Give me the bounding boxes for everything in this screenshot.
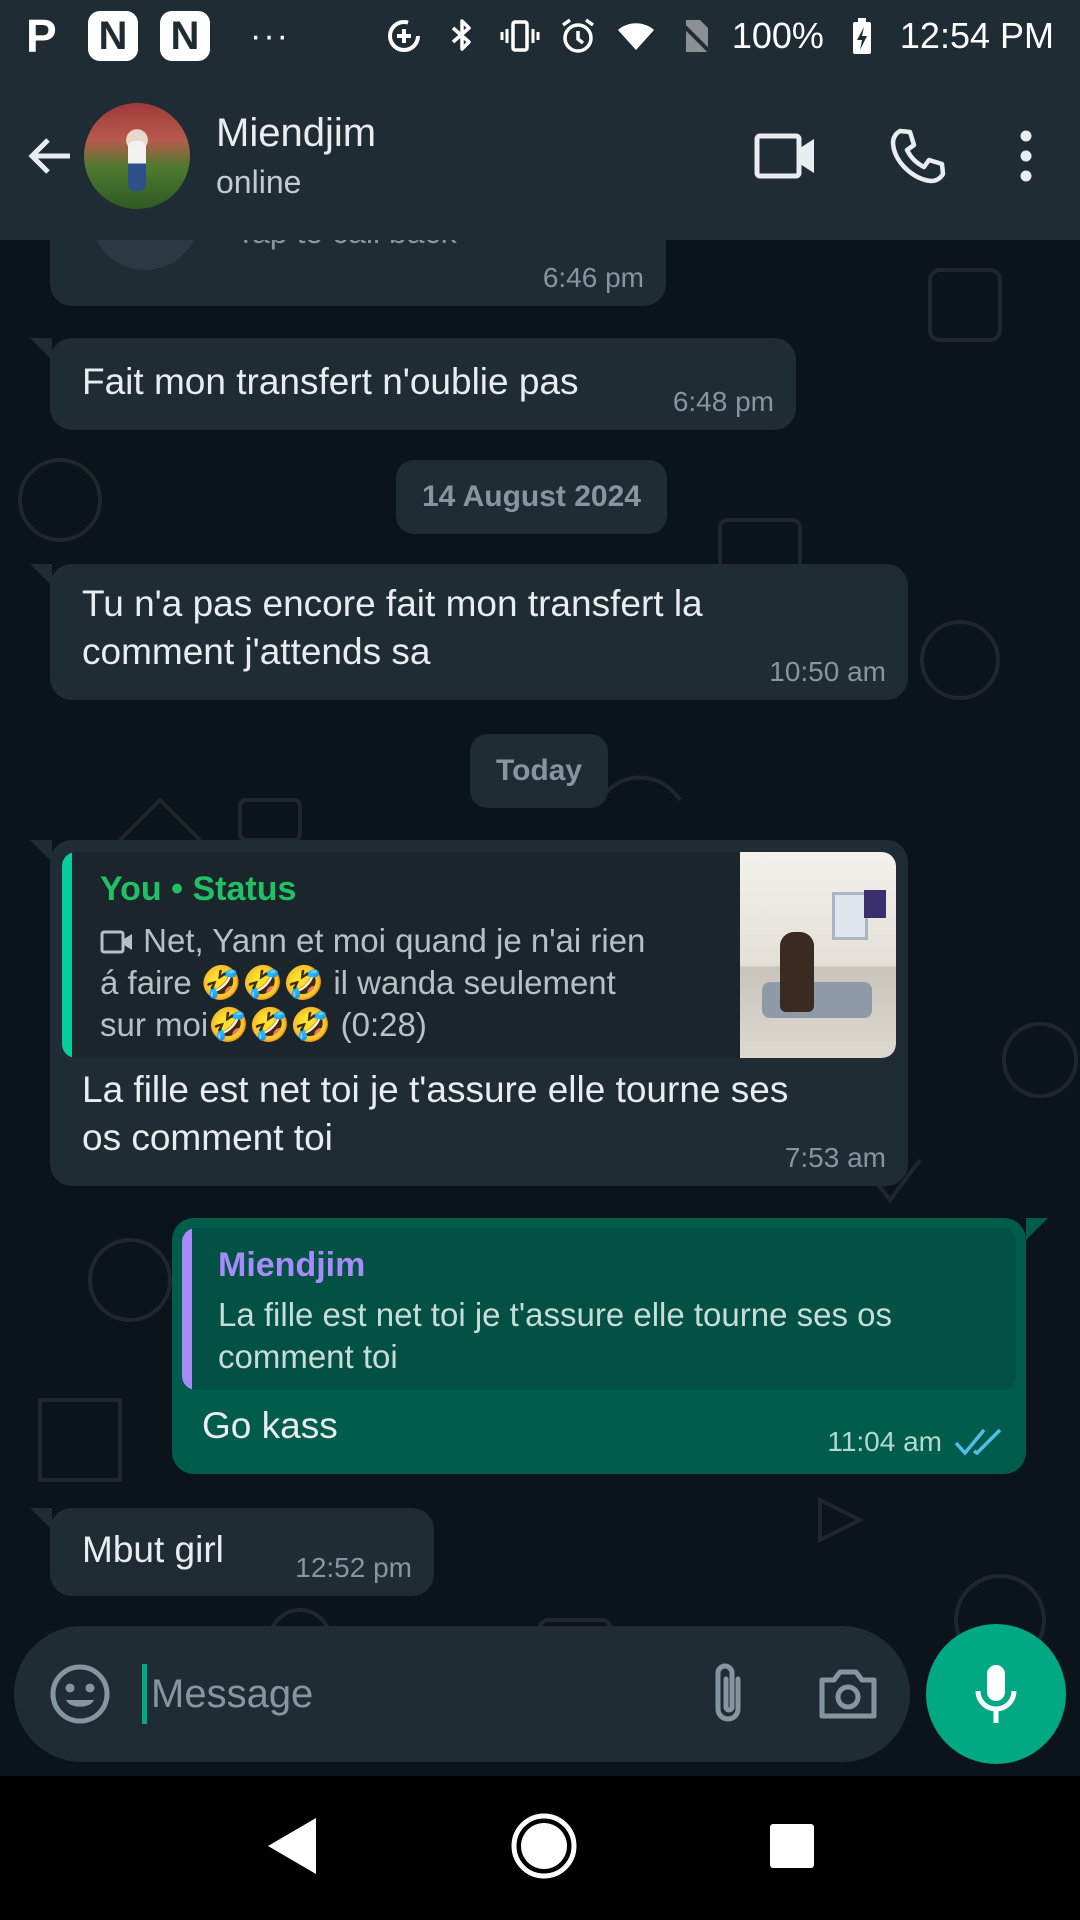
message-time-with-status: 11:04 am (827, 1426, 1004, 1458)
bluetooth-icon (442, 16, 482, 56)
emoji-button[interactable] (48, 1662, 112, 1726)
attach-icon (715, 1663, 741, 1722)
more-options-button[interactable] (1016, 130, 1036, 182)
camera-button[interactable] (816, 1662, 880, 1726)
message-composer (14, 1626, 910, 1762)
message-time: 12:52 pm (295, 1552, 412, 1583)
message-time: 7:53 am (784, 1142, 886, 1173)
thumbnail-window (832, 892, 868, 940)
contact-info[interactable]: Miendjim online (216, 111, 376, 201)
battery-percent: 100% (731, 15, 824, 56)
data-saver-icon (384, 16, 424, 56)
status-reply-message-bubble[interactable]: You • Status Net, Yann et moi quand je n… (30, 840, 908, 1186)
emoji-icon (50, 1664, 110, 1724)
message-time: 6:48 pm (672, 386, 774, 417)
message-time: 10:50 am (769, 656, 886, 687)
quoted-message[interactable]: Miendjim La fille est net toi je t'assur… (182, 1228, 1016, 1390)
quote-text-line: comment toi (218, 1338, 398, 1375)
nav-home-icon (511, 1813, 577, 1878)
back-arrow-icon (28, 138, 70, 174)
quote-bar (62, 852, 72, 1058)
nav-home-button[interactable] (509, 1811, 579, 1886)
notification-p-icon: P (26, 10, 57, 62)
avatar[interactable] (84, 103, 190, 209)
call-message-bubble[interactable]: Tap to call back 6:46 pm (50, 240, 666, 306)
nav-back-button[interactable] (264, 1816, 320, 1881)
voice-call-icon (890, 128, 946, 184)
quote-text-line-1: Net, Yann et moi quand je n'ai rien (143, 922, 646, 959)
thumbnail-sofa (762, 982, 872, 1018)
quote-text: La fille est net toi je t'assure elle to… (218, 1294, 998, 1378)
notification-n-icon: N (88, 11, 138, 61)
system-navigation-bar (0, 1776, 1080, 1920)
contact-name: Miendjim (216, 111, 377, 155)
mic-icon (975, 1665, 1017, 1723)
message-time: 6:46 pm (542, 262, 644, 293)
status-thumbnail (740, 852, 896, 1058)
video-icon (100, 930, 132, 954)
incoming-message-bubble[interactable]: Mbut girl 12:52 pm (30, 1508, 434, 1596)
status-bar-system: 100% 12:54 PM (384, 15, 1054, 57)
message-text: Mbut girl (82, 1529, 224, 1570)
message-text: Go kass (202, 1405, 338, 1446)
notification-n-icon: N (160, 11, 210, 61)
chat-area[interactable]: Tap to call back 6:46 pm Fait mon transf… (0, 240, 1080, 1770)
clock: 12:54 PM (899, 15, 1054, 56)
alarm-icon (558, 16, 598, 56)
quoted-status[interactable]: You • Status Net, Yann et moi quand je n… (62, 852, 896, 1058)
incoming-message-bubble[interactable]: Fait mon transfert n'oublie pas 6:48 pm (30, 338, 796, 430)
text-cursor (142, 1664, 147, 1724)
quote-text: Net, Yann et moi quand je n'ai rien á fa… (100, 920, 660, 1046)
message-text-line: os comment toi (82, 1117, 333, 1158)
quote-author: Miendjim (218, 1246, 366, 1284)
message-text-line: La fille est net toi je t'assure elle to… (82, 1069, 789, 1110)
message-input[interactable] (151, 1671, 631, 1717)
video-call-icon (754, 133, 814, 179)
battery-charging-icon (842, 16, 882, 56)
message-text: Tu n'a pas encore fait mon transfert la … (82, 580, 703, 676)
message-text: Fait mon transfert n'oublie pas (82, 361, 579, 402)
message-text-line: Tu n'a pas encore fait mon transfert la (82, 583, 703, 624)
attach-button[interactable] (700, 1659, 756, 1729)
nav-recents-icon (769, 1823, 814, 1868)
incoming-message-bubble[interactable]: Tu n'a pas encore fait mon transfert la … (30, 564, 908, 700)
voice-call-button[interactable] (888, 127, 946, 185)
quote-text-line-3: sur moi🤣🤣🤣 (0:28) (100, 1006, 427, 1043)
back-button[interactable] (20, 126, 80, 186)
double-check-icon (954, 1428, 1002, 1456)
chat-header: Miendjim online (0, 72, 1080, 240)
status-bar: P N N ··· 100% 12:54 PM (0, 0, 1080, 72)
call-avatar-circle (90, 240, 200, 270)
thumbnail-art (864, 890, 886, 918)
outgoing-message-bubble[interactable]: Miendjim La fille est net toi je t'assur… (172, 1218, 1048, 1474)
thumbnail-person (780, 932, 814, 1012)
nav-recents-button[interactable] (768, 1822, 816, 1875)
voice-record-button[interactable] (926, 1624, 1066, 1764)
more-vert-icon (1020, 130, 1032, 182)
date-divider: 14 August 2024 (396, 460, 667, 534)
video-call-button[interactable] (754, 130, 818, 182)
date-divider: Today (470, 734, 609, 808)
more-notifications-icon: ··· (250, 16, 290, 55)
wifi-icon (616, 16, 656, 56)
vibrate-icon (500, 16, 540, 56)
camera-icon (819, 1669, 877, 1719)
contact-status: online (216, 164, 302, 200)
quote-text-line: La fille est net toi je t'assure elle to… (218, 1296, 893, 1333)
no-sim-icon (674, 16, 714, 56)
message-time: 11:04 am (827, 1426, 942, 1457)
quote-author: You • Status (100, 870, 297, 908)
call-message-partial-text: Tap to call back (236, 240, 457, 251)
message-text: La fille est net toi je t'assure elle to… (82, 1066, 788, 1162)
quote-text-line-2: á faire 🤣🤣🤣 il wanda seulement (100, 964, 616, 1001)
nav-back-icon (268, 1817, 317, 1874)
quote-text-line: Net, Yann et moi quand je n'ai rien (100, 920, 660, 962)
quote-bar (182, 1228, 192, 1390)
message-text-line: comment j'attends sa (82, 631, 431, 672)
status-bar-notifications: P N N ··· (26, 9, 290, 63)
